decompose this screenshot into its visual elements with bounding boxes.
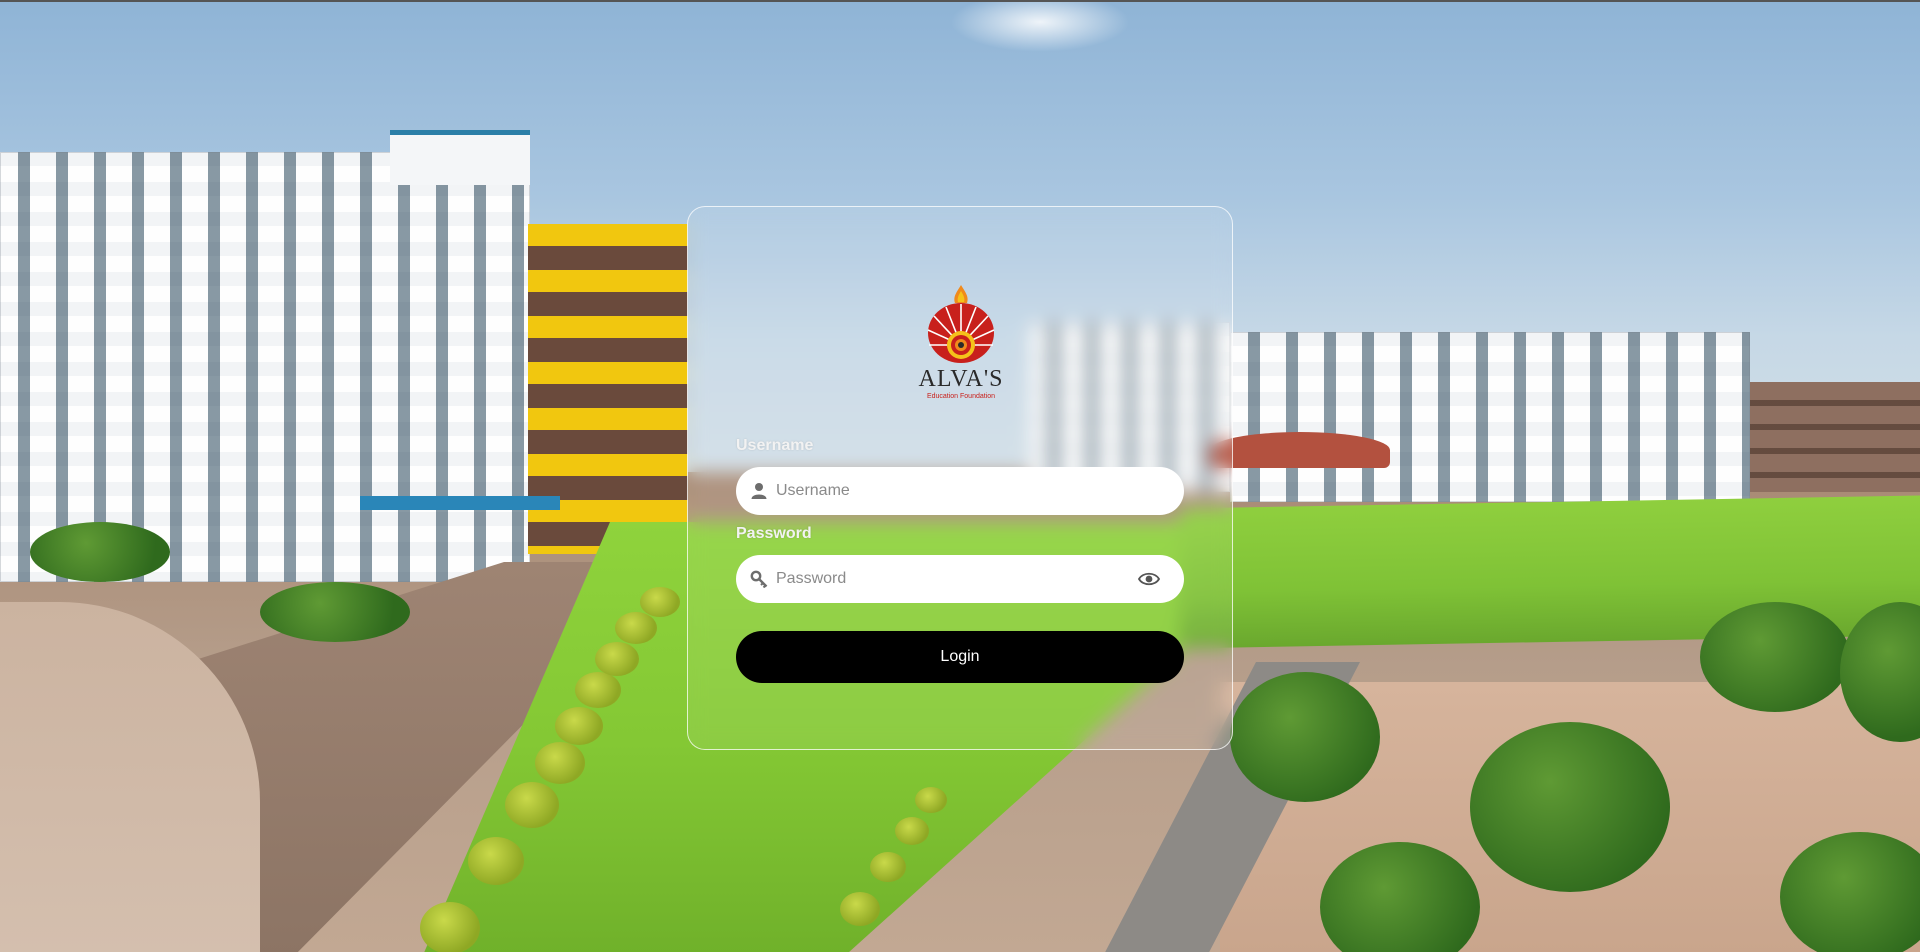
shrub <box>260 582 410 642</box>
logo-tagline: Education Foundation <box>926 393 996 400</box>
hedge-bush <box>575 672 621 708</box>
login-page: ALVA'S Education Foundation Username Pas… <box>0 0 1920 952</box>
hedge-bush <box>895 817 929 845</box>
hedge-bush <box>505 782 559 828</box>
hedge-bush <box>870 852 906 882</box>
user-icon <box>751 483 767 499</box>
entrance-canopy <box>360 496 560 510</box>
alvas-logo: ALVA'S Education Foundation <box>911 283 1011 403</box>
hedge-bush <box>640 587 680 617</box>
logo-wordmark: ALVA'S <box>918 366 1004 392</box>
password-input[interactable] <box>776 555 1136 603</box>
username-label: Username <box>736 437 814 454</box>
red-roof-pavilion <box>1210 432 1390 468</box>
hedge-bush <box>840 892 880 926</box>
tree <box>1700 602 1850 712</box>
username-field[interactable] <box>736 467 1184 515</box>
right-building-large <box>1230 332 1750 502</box>
tree <box>1230 672 1380 802</box>
username-input[interactable] <box>776 467 1136 515</box>
login-button[interactable]: Login <box>736 631 1184 683</box>
tree <box>1470 722 1670 892</box>
password-label: Password <box>736 525 812 542</box>
hedge-bush <box>915 787 947 813</box>
hedge-bush <box>420 902 480 952</box>
eye-icon[interactable] <box>1138 571 1160 587</box>
key-icon <box>750 570 768 588</box>
hedge-bush <box>535 742 585 784</box>
password-field[interactable] <box>736 555 1184 603</box>
main-building <box>0 152 530 582</box>
hedge-bush <box>555 707 603 745</box>
main-building-top <box>390 130 530 185</box>
hedge-bush <box>595 642 639 676</box>
hedge-bush <box>615 612 657 644</box>
login-card: ALVA'S Education Foundation Username Pas… <box>687 206 1233 750</box>
shrub <box>30 522 170 582</box>
hedge-bush <box>468 837 524 885</box>
construction-building <box>1750 382 1920 492</box>
